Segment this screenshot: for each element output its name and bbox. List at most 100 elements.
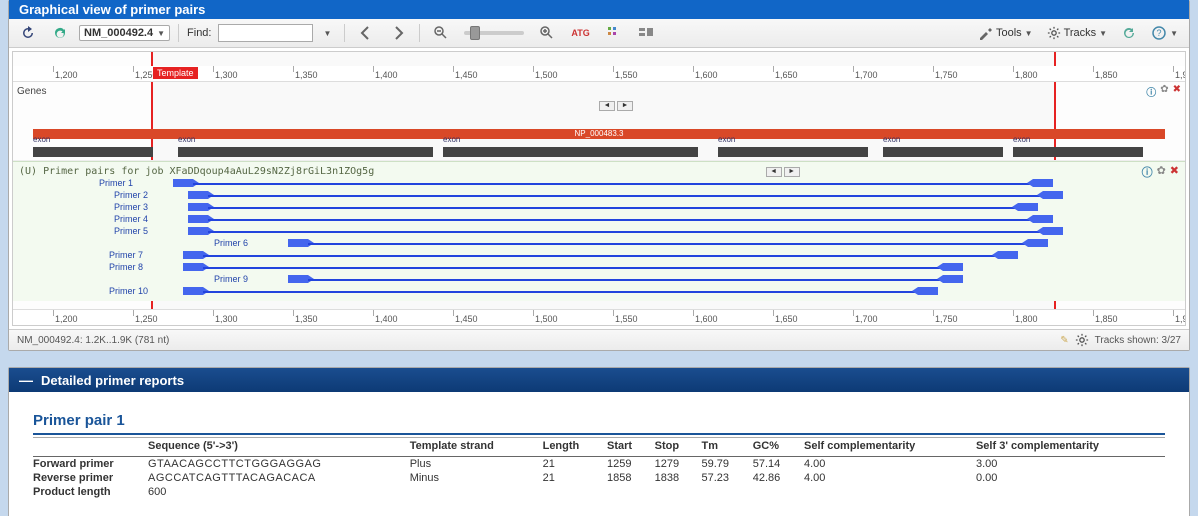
accession-text: NM_000492.4 [84,27,153,39]
reverse-primer-arrow[interactable] [1028,239,1048,247]
primer-row[interactable]: Primer 10 [33,287,1165,299]
refresh-icon[interactable] [1116,22,1142,44]
back-history-icon[interactable] [15,22,41,44]
forward-primer-arrow[interactable] [188,191,208,199]
find-input[interactable] [218,24,313,42]
forward-primer-arrow[interactable] [173,179,193,187]
reverse-primer-arrow[interactable] [998,251,1018,259]
forward-primer-arrow[interactable] [288,275,308,283]
primer-row[interactable]: Primer 7 [33,251,1165,263]
primer-row[interactable]: Primer 6 [33,239,1165,251]
col-length: Length [543,438,607,457]
primer-row[interactable]: Primer 3 [33,203,1165,215]
col-strand: Template strand [410,438,543,457]
primer-row[interactable]: Primer 5 [33,227,1165,239]
exon-label: exon [718,135,735,144]
reverse-primer-arrow[interactable] [943,275,963,283]
reverse-primer-arrow[interactable] [1043,191,1063,199]
reload-icon[interactable] [47,22,73,44]
zoom-seq-icon[interactable]: ATG [566,25,594,41]
exon-segment[interactable] [883,147,1003,157]
primers-mini-controls: ◄ ► [766,167,800,177]
ruler-tick-label: 1,850 [1095,70,1118,80]
zoom-slider[interactable] [464,31,524,35]
forward-primer-arrow[interactable] [288,239,308,247]
ruler-tick-label: 1,650 [775,314,798,324]
zoom-out-icon[interactable] [428,22,454,44]
gear-icon[interactable]: ✿ [1157,164,1166,180]
ruler-tick-label: 1,750 [935,70,958,80]
table-row: Product length 600 [33,485,1165,499]
tools-menu[interactable]: Tools ▼ [972,22,1038,44]
primer-row[interactable]: Primer 1 [33,179,1165,191]
nav-right-icon[interactable] [385,22,411,44]
info-icon[interactable]: ⓘ [1146,84,1156,99]
tracks-menu[interactable]: Tracks ▼ [1042,23,1113,43]
template-badge: Template [153,67,198,79]
gear-icon[interactable]: ✿ [1160,84,1168,99]
markers-icon[interactable] [601,22,627,44]
reverse-primer-arrow[interactable] [1018,203,1038,211]
primers-track: (U) Primer pairs for job XFaDDqoup4aAuL2… [13,161,1185,301]
exon-segment[interactable] [33,147,153,157]
exon-segment[interactable] [443,147,698,157]
exon-segment[interactable] [1013,147,1143,157]
ruler-tick-label: 1,800 [1015,314,1038,324]
close-icon[interactable]: ✖ [1170,164,1179,180]
row-label: Forward primer [33,457,148,472]
forward-primer-arrow[interactable] [183,287,203,295]
exon-segment[interactable] [178,147,433,157]
ruler-tick-label: 1,200 [55,70,78,80]
expand-icon[interactable]: ► [784,167,800,177]
reverse-primer-arrow[interactable] [1043,227,1063,235]
ruler-bottom: 1,2001,2501,3001,3501,4001,4501,5001,550… [13,309,1185,325]
panels-icon[interactable] [633,22,659,44]
forward-primer-arrow[interactable] [183,263,203,271]
accession-dropdown[interactable]: NM_000492.4 ▼ [79,25,170,41]
primer-job-label: (U) Primer pairs for job XFaDDqoup4aAuL2… [13,164,380,179]
ruler-tick-label: 1,600 [695,70,718,80]
sequence-viewer[interactable]: Template 1,2001,2501,3001,3501,4001,4501… [12,51,1186,326]
primer-row[interactable]: Primer 9 [33,275,1165,287]
forward-primer-arrow[interactable] [183,251,203,259]
find-label: Find: [187,27,211,39]
ruler-tick-label: 1,600 [695,314,718,324]
primer-label: Primer 5 [114,226,148,236]
collapse-icon[interactable]: ◄ [766,167,782,177]
collapse-icon[interactable]: ◄ [599,101,615,111]
table-header-row: Sequence (5'->3') Template strand Length… [33,438,1165,457]
primer-row[interactable]: Primer 8 [33,263,1165,275]
forward-primer-arrow[interactable] [188,227,208,235]
find-dropdown-icon[interactable]: ▼ [319,26,337,41]
zoom-in-icon[interactable] [534,22,560,44]
gear-icon[interactable] [1075,333,1089,347]
reverse-primer-arrow[interactable] [918,287,938,295]
pencil-icon[interactable]: ✎ [1060,335,1068,346]
close-icon[interactable]: ✖ [1173,84,1181,99]
expand-icon[interactable]: ► [617,101,633,111]
cell-length: 21 [543,471,607,485]
exon-segment[interactable] [718,147,868,157]
help-icon[interactable]: ?▼ [1146,22,1183,44]
reverse-primer-arrow[interactable] [943,263,963,271]
ruler-tick-label: 1,550 [615,314,638,324]
primer-row[interactable]: Primer 4 [33,215,1165,227]
cell-sc: 4.00 [804,457,976,472]
ruler-tick-label: 1,500 [535,70,558,80]
primer-label: Primer 7 [109,250,143,260]
reverse-primer-arrow[interactable] [1033,179,1053,187]
col-self3comp: Self 3' complementarity [976,438,1165,457]
viewer-toolbar: NM_000492.4 ▼ Find: ▼ ATG Tools ▼ [9,19,1189,48]
primer-label: Primer 8 [109,262,143,272]
col-selfcomp: Self complementarity [804,438,976,457]
forward-primer-arrow[interactable] [188,215,208,223]
primer-row[interactable]: Primer 2 [33,191,1165,203]
collapse-toggle-icon[interactable]: — [19,372,33,388]
forward-primer-arrow[interactable] [188,203,208,211]
ruler-tick-label: 1,500 [535,314,558,324]
reverse-primer-arrow[interactable] [1033,215,1053,223]
nav-left-icon[interactable] [353,22,379,44]
genes-track-label: Genes [17,86,46,97]
ruler-tick-label: 1,550 [615,70,638,80]
info-icon[interactable]: ⓘ [1142,164,1153,180]
